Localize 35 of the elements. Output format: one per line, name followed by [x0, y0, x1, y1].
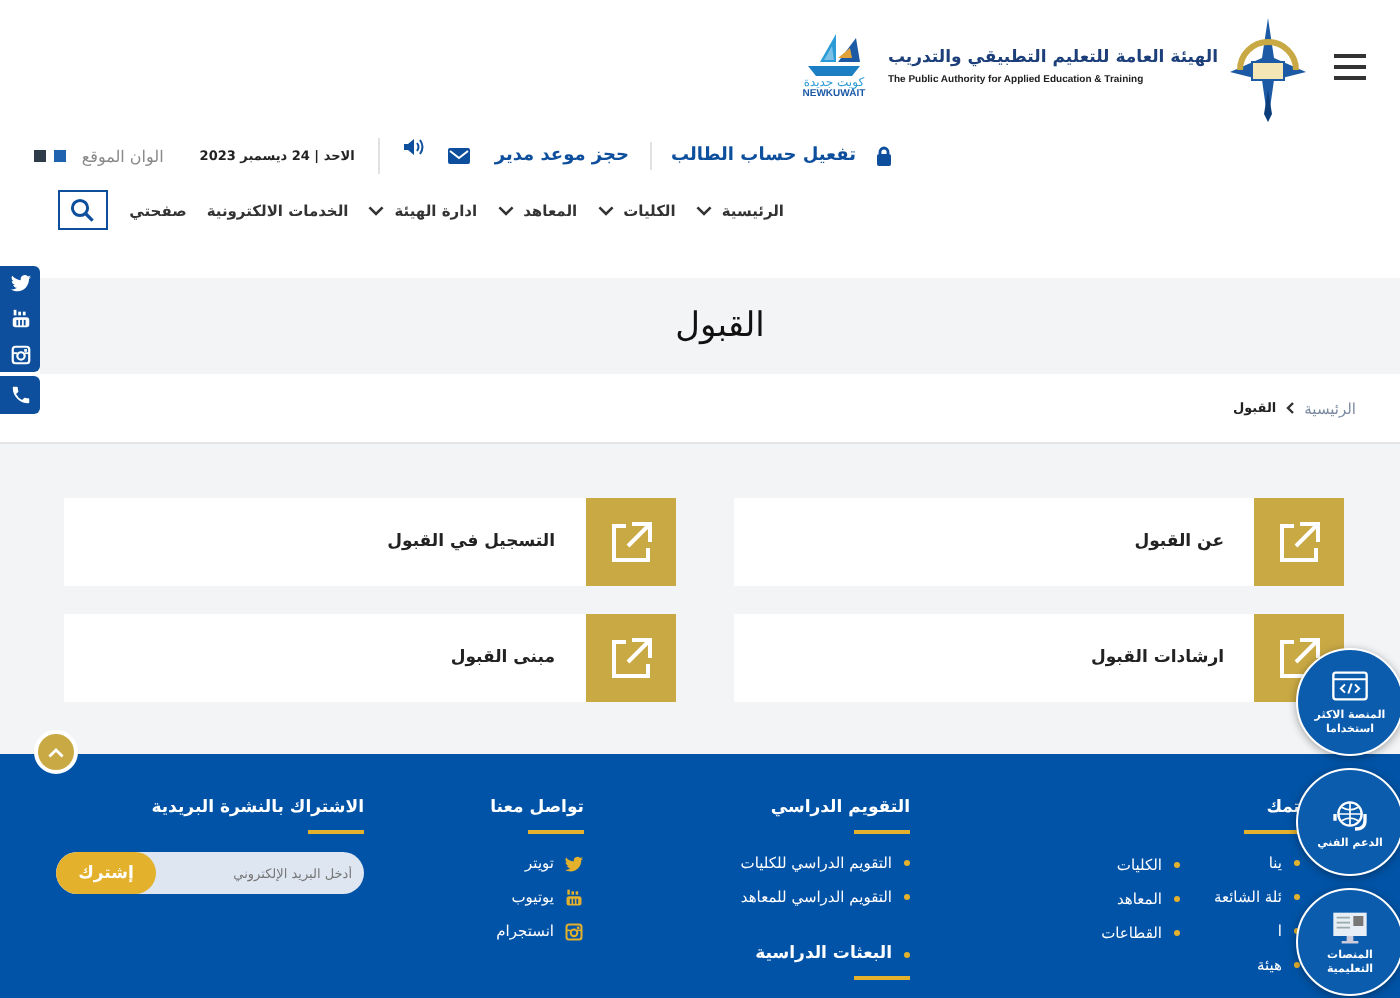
footer-heading: تمك: [1266, 798, 1300, 818]
logo-title: الهيئة العامة للتعليم التطبيقي والتدريب: [887, 47, 1218, 67]
mail-icon[interactable]: [448, 148, 471, 164]
footer-heading: التقويم الدراسي: [770, 798, 910, 818]
speaker-icon[interactable]: [404, 137, 425, 155]
footer-heading: الاشتراك بالنشرة البريدية: [151, 798, 364, 818]
menu-icon[interactable]: [1334, 53, 1366, 79]
phone-icon: [9, 384, 31, 406]
external-link-icon: [1254, 498, 1344, 586]
page-title: القبول: [675, 306, 765, 346]
footer-heading-link[interactable]: البعثات الدراسية: [755, 944, 892, 964]
appointment-link[interactable]: حجز موعد مدير: [494, 146, 629, 166]
chevron-up-icon: [48, 747, 64, 757]
code-window-icon: [1330, 666, 1370, 707]
footer-heading: تواصل معنا: [490, 798, 584, 818]
twitter-icon: [564, 853, 584, 873]
phone-button[interactable]: [0, 376, 40, 414]
external-link-icon: [585, 614, 675, 702]
instagram-icon: [564, 921, 584, 941]
emblem-drawing: [1230, 18, 1306, 122]
twitter-icon[interactable]: [9, 272, 31, 294]
lock-icon: [876, 146, 892, 166]
search-button[interactable]: [57, 190, 108, 230]
chevron-left-icon: [1286, 402, 1295, 414]
link-card[interactable]: مبنى القبول: [64, 614, 675, 702]
search-icon: [70, 198, 95, 222]
link-card[interactable]: عن القبول: [733, 498, 1344, 586]
instagram-icon[interactable]: [9, 344, 31, 366]
link-card[interactable]: التسجيل في القبول: [64, 498, 675, 586]
link-card[interactable]: ارشادات القبول: [733, 614, 1344, 702]
external-link-icon: [585, 498, 675, 586]
activate-account-link[interactable]: تفعيل حساب الطالب: [671, 146, 856, 166]
color-swatch[interactable]: [33, 150, 46, 162]
site-colors-label: الوان الموقع: [81, 147, 164, 165]
color-swatch[interactable]: [53, 150, 66, 162]
